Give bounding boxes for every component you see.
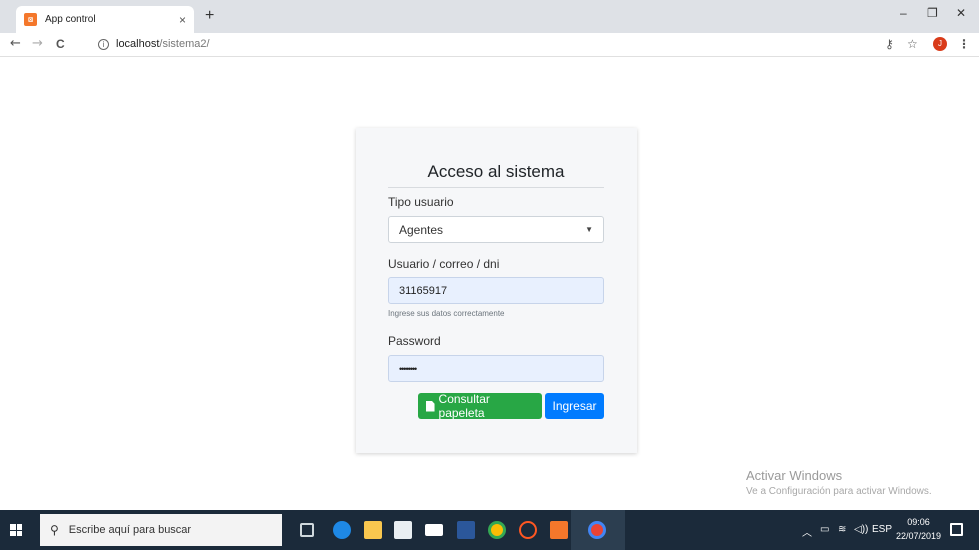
password-label: Password [388, 334, 441, 348]
edge-browser-icon[interactable] [333, 521, 351, 539]
windows-start-icon[interactable] [10, 524, 22, 536]
user-type-label: Tipo usuario [388, 195, 454, 209]
star-bookmark-icon[interactable]: ☆ [907, 37, 918, 51]
user-type-value: Agentes [399, 222, 444, 237]
store-icon[interactable] [394, 521, 412, 539]
browser-toolbar: ← → C i localhost/sistema2/ ⚷ ☆ ⋮ [0, 33, 979, 57]
menu-dots-icon[interactable]: ⋮ [958, 37, 970, 51]
app-favicon-icon: ⊠ [24, 13, 37, 26]
battery-icon[interactable]: ▭ [820, 524, 829, 535]
xampp-icon[interactable] [519, 521, 537, 539]
profile-avatar[interactable]: J [933, 37, 947, 51]
login-title: Acceso al sistema [427, 162, 565, 181]
close-window-icon[interactable]: ✕ [956, 6, 966, 20]
new-tab-button[interactable]: + [205, 8, 214, 24]
back-arrow-icon[interactable]: ← [10, 36, 21, 52]
file-icon [426, 400, 435, 412]
forward-arrow-icon[interactable]: → [32, 36, 43, 52]
username-value: 31165917 [399, 284, 448, 297]
reload-icon[interactable]: C [56, 36, 65, 52]
mail-icon[interactable] [425, 524, 443, 536]
app-control-icon[interactable] [550, 521, 568, 539]
key-icon[interactable]: ⚷ [885, 37, 894, 51]
chevron-down-icon: ▼ [585, 225, 593, 234]
notification-center-icon[interactable] [950, 523, 963, 536]
chrome-icon[interactable] [488, 521, 506, 539]
consult-ticket-label: Consultar papeleta [438, 392, 490, 420]
task-view-icon[interactable] [300, 523, 314, 537]
site-info-icon[interactable]: i [98, 39, 109, 50]
consult-ticket-button[interactable]: Consultar papeleta [418, 392, 542, 420]
taskbar-clock[interactable]: 09:06 22/07/2019 [896, 515, 941, 543]
address-bar[interactable]: localhost/sistema2/ [116, 38, 210, 50]
file-explorer-icon[interactable] [364, 521, 382, 539]
minimize-icon[interactable]: – [900, 6, 907, 20]
windows-taskbar: ⚲ Escribe aquí para buscar ︿ ▭ ≋ ◁)) ESP… [0, 510, 979, 550]
taskbar-search-placeholder: Escribe aquí para buscar [68, 524, 192, 536]
user-type-select[interactable]: Agentes ▼ [388, 216, 604, 243]
volume-icon[interactable]: ◁)) [854, 524, 868, 535]
clock-time: 09:06 [907, 517, 930, 527]
taskbar-search-input[interactable]: ⚲ Escribe aquí para buscar [40, 514, 282, 546]
password-mask: •••••••• [399, 363, 417, 374]
activate-windows-title: Activar Windows [746, 468, 843, 483]
login-button-label: Ingresar [552, 399, 597, 413]
word-icon[interactable] [457, 521, 475, 539]
clock-date: 22/07/2019 [896, 531, 942, 541]
wifi-icon[interactable]: ≋ [838, 524, 846, 535]
browser-tab[interactable]: ⊠ App control × [16, 6, 194, 33]
title-divider [388, 187, 604, 188]
password-input[interactable]: •••••••• [388, 355, 604, 382]
search-icon: ⚲ [50, 523, 59, 537]
login-card: Acceso al sistema Tipo usuario Agentes ▼… [356, 128, 637, 453]
login-button[interactable]: Ingresar [545, 393, 604, 419]
username-input[interactable]: 31165917 [388, 277, 604, 304]
activate-windows-subtitle: Ve a Configuración para activar Windows. [746, 486, 932, 497]
url-path: /sistema2/ [159, 38, 210, 50]
tab-close-icon[interactable]: × [179, 13, 186, 27]
username-label: Usuario / correo / dni [388, 257, 500, 271]
browser-tabstrip: ⊠ App control × + – ❐ ✕ [0, 0, 979, 33]
restore-icon[interactable]: ❐ [927, 6, 938, 20]
tab-title: App control [45, 14, 96, 25]
tray-language[interactable]: ESP [872, 524, 892, 535]
url-host: localhost [116, 38, 160, 50]
chrome-canary-icon[interactable] [588, 521, 606, 539]
tray-chevron-up-icon[interactable]: ︿ [802, 524, 812, 539]
username-help-text: Ingrese sus datos correctamente [388, 309, 505, 318]
